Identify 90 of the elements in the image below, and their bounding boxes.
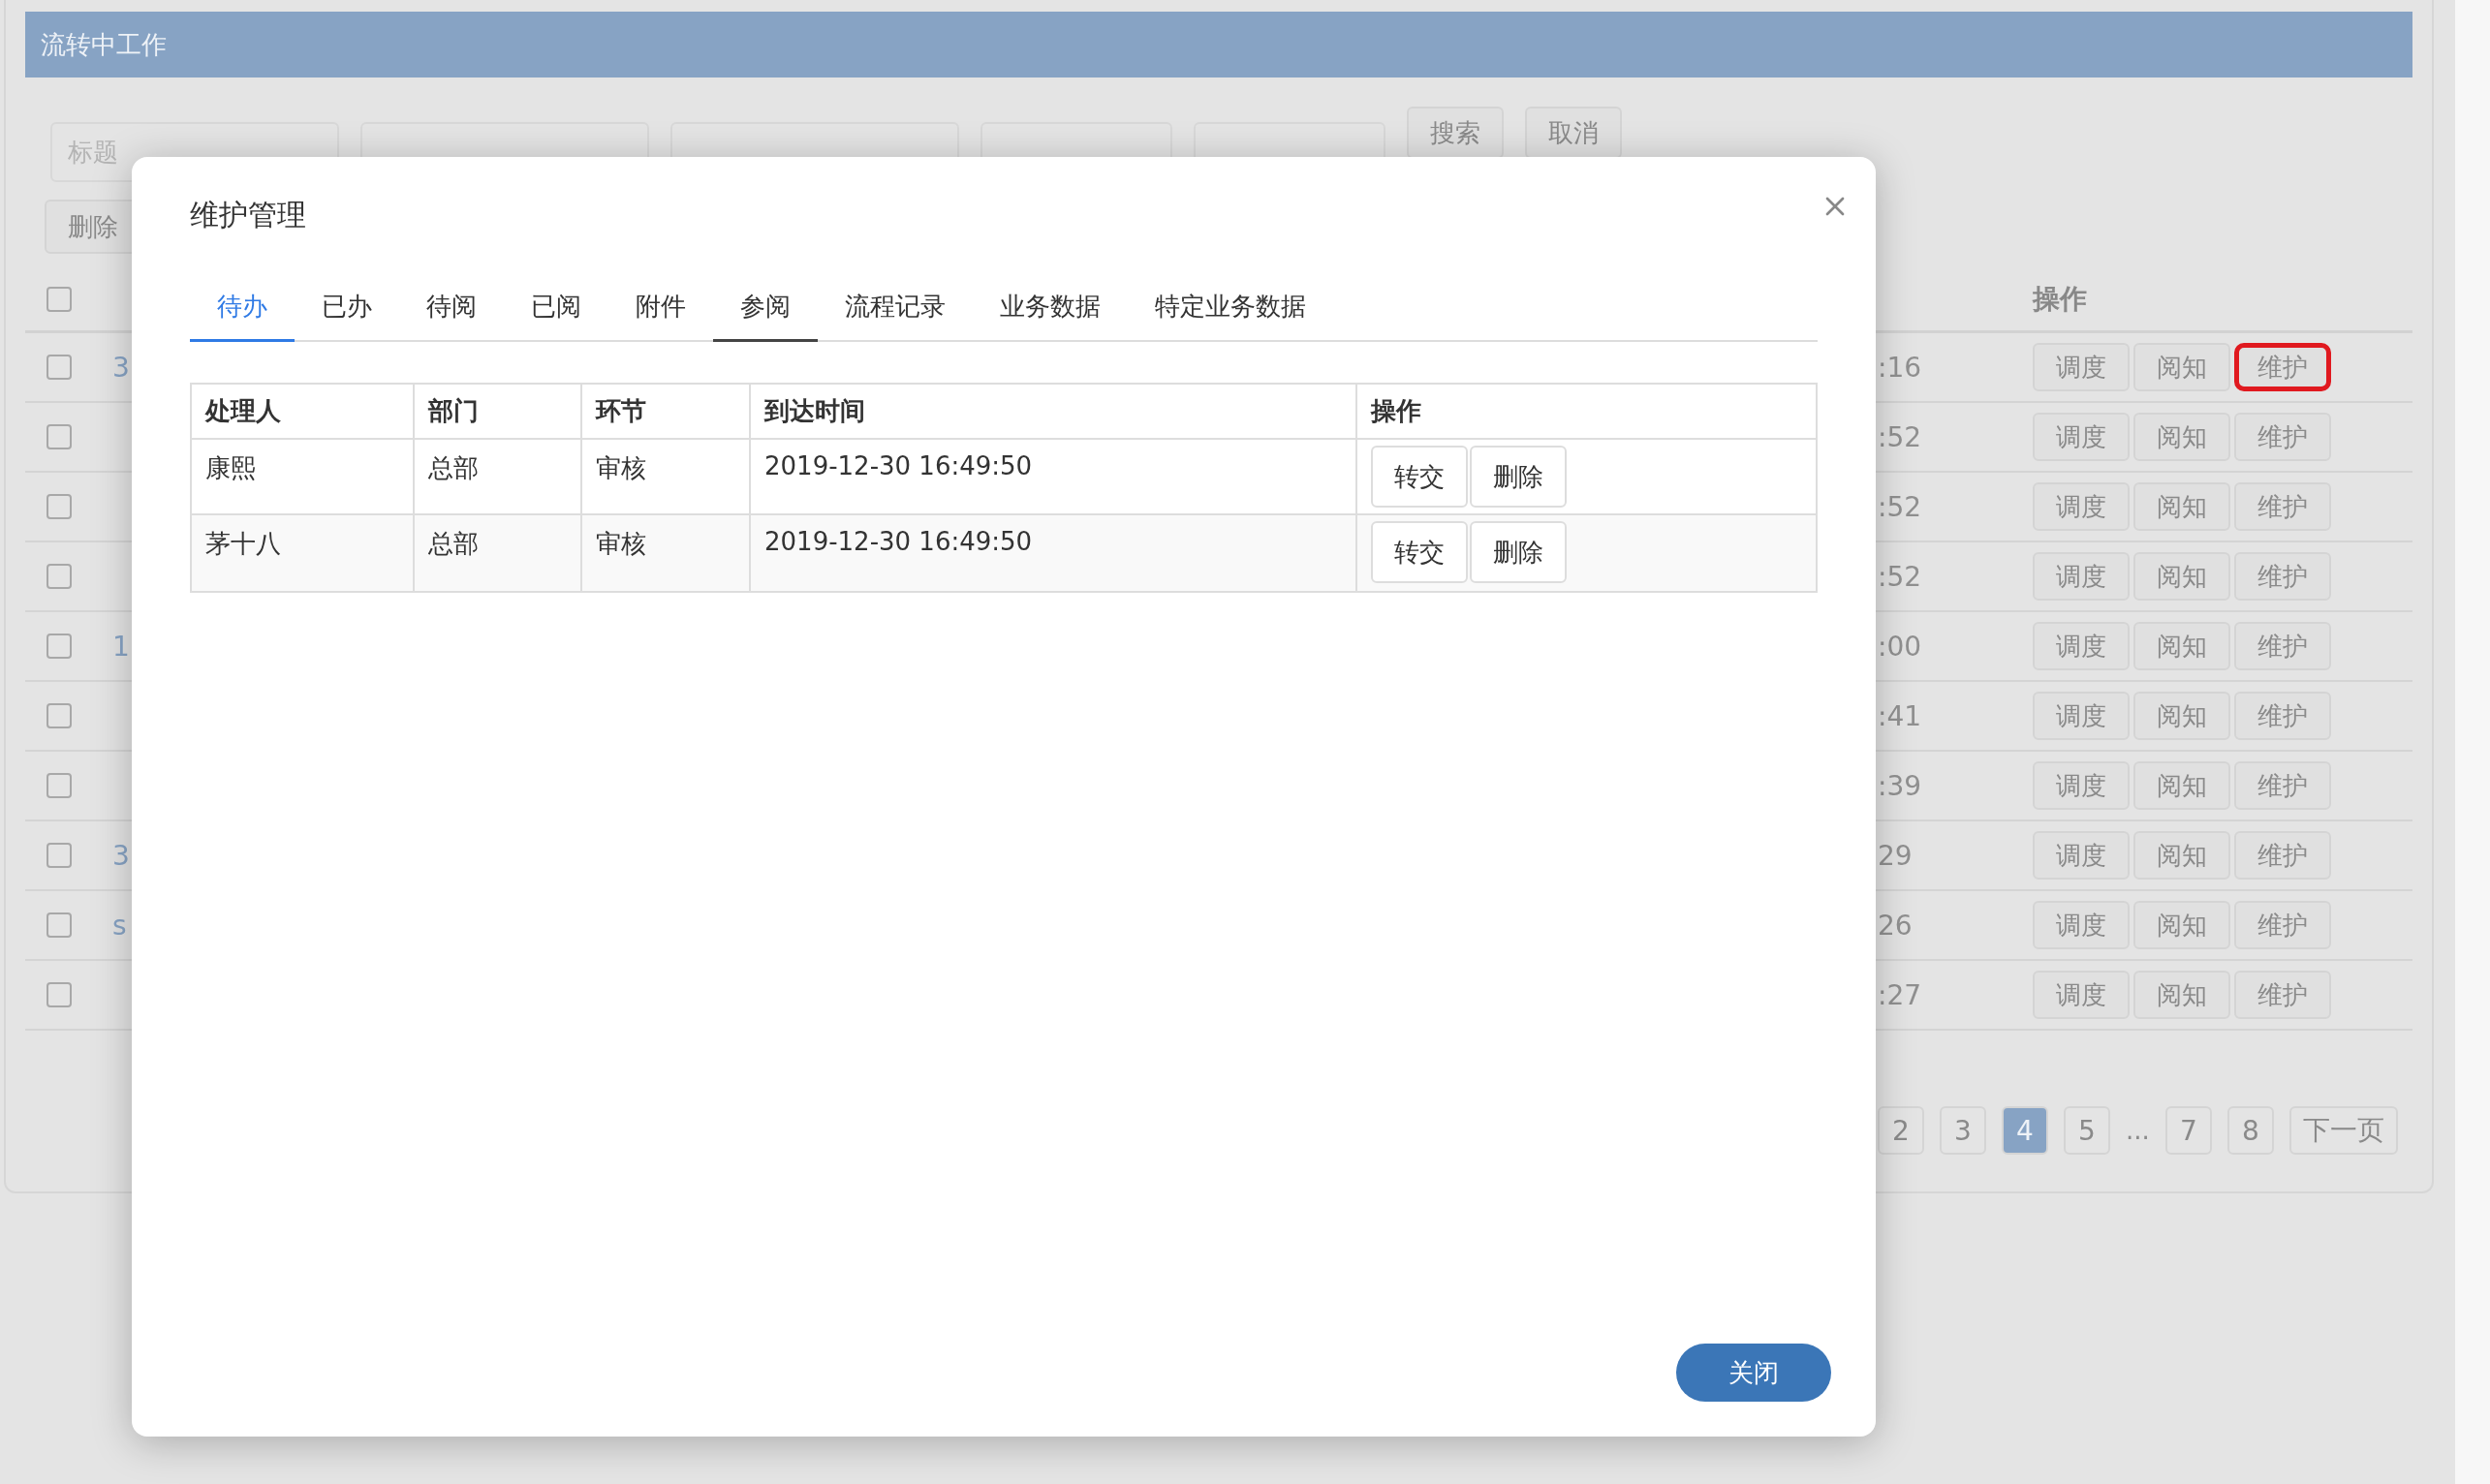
title-link[interactable]: s xyxy=(112,909,127,942)
table-cell: 茅十八 xyxy=(192,515,415,591)
table-cell: 审核 xyxy=(582,515,751,591)
time-cell: :52 xyxy=(1878,490,1922,523)
action-button[interactable]: 调度 xyxy=(2033,482,2130,531)
page-ellipsis: ... xyxy=(2126,1116,2150,1145)
row-checkbox[interactable] xyxy=(47,494,72,519)
time-cell: 26 xyxy=(1878,909,1913,942)
search-button[interactable]: 搜索 xyxy=(1407,107,1504,159)
tab[interactable]: 业务数据 xyxy=(973,276,1128,342)
time-cell: :52 xyxy=(1878,420,1922,453)
time-cell: :41 xyxy=(1878,699,1922,732)
close-button[interactable]: 关闭 xyxy=(1676,1344,1831,1402)
action-button[interactable]: 阅知 xyxy=(2133,761,2230,810)
action-button[interactable]: 维护 xyxy=(2234,692,2331,740)
action-button[interactable]: 调度 xyxy=(2033,552,2130,601)
time-cell: :39 xyxy=(1878,769,1922,802)
tab[interactable]: 附件 xyxy=(608,276,713,342)
table-cell: 2019-12-30 16:49:50 xyxy=(751,515,1357,591)
delete-button[interactable]: 删除 xyxy=(1470,521,1567,583)
row-checkbox[interactable] xyxy=(47,564,72,589)
row-checkbox[interactable] xyxy=(47,773,72,798)
page-button[interactable]: 7 xyxy=(2164,1106,2212,1155)
action-button[interactable]: 维护 xyxy=(2234,343,2331,391)
row-checkbox[interactable] xyxy=(47,912,72,938)
action-button[interactable]: 维护 xyxy=(2234,552,2331,601)
action-button[interactable]: 调度 xyxy=(2033,343,2130,391)
time-cell: 29 xyxy=(1878,839,1913,872)
action-button[interactable]: 调度 xyxy=(2033,761,2130,810)
title-link[interactable]: 1 xyxy=(112,630,130,663)
table-cell: 康熙 xyxy=(192,440,415,515)
tab[interactable]: 参阅 xyxy=(713,276,818,342)
action-button[interactable]: 阅知 xyxy=(2133,343,2230,391)
tab[interactable]: 已办 xyxy=(295,276,399,342)
delete-button[interactable]: 删除 xyxy=(1470,446,1567,508)
page-button[interactable]: 3 xyxy=(1940,1106,1986,1155)
action-button[interactable]: 维护 xyxy=(2234,622,2331,670)
action-button[interactable]: 维护 xyxy=(2234,831,2331,880)
tab[interactable]: 待办 xyxy=(190,276,295,342)
page-button[interactable]: 5 xyxy=(2064,1106,2110,1155)
action-button[interactable]: 调度 xyxy=(2033,622,2130,670)
dialog-title: 维护管理 xyxy=(190,197,306,233)
title-link[interactable]: 3 xyxy=(112,839,130,872)
action-button[interactable]: 阅知 xyxy=(2133,831,2230,880)
action-button[interactable]: 调度 xyxy=(2033,413,2130,461)
table-cell: 2019-12-30 16:49:50 xyxy=(751,440,1357,515)
time-cell: :27 xyxy=(1878,978,1922,1011)
tab[interactable]: 待阅 xyxy=(399,276,504,342)
row-checkbox[interactable] xyxy=(47,843,72,868)
row-checkbox[interactable] xyxy=(47,703,72,728)
page-button[interactable]: 8 xyxy=(2226,1106,2274,1155)
tab[interactable]: 流程记录 xyxy=(818,276,973,342)
action-button[interactable]: 维护 xyxy=(2234,901,2331,949)
action-button[interactable]: 阅知 xyxy=(2133,552,2230,601)
action-button[interactable]: 维护 xyxy=(2234,482,2331,531)
table-cell: 总部 xyxy=(415,440,582,515)
tab[interactable]: 已阅 xyxy=(504,276,608,342)
action-button[interactable]: 维护 xyxy=(2234,761,2331,810)
action-button[interactable]: 调度 xyxy=(2033,831,2130,880)
select-all-checkbox[interactable] xyxy=(47,286,72,312)
table-cell: 总部 xyxy=(415,515,582,591)
title-link[interactable]: 3 xyxy=(112,351,130,384)
page-button[interactable]: 4 xyxy=(2002,1106,2048,1155)
action-button[interactable]: 阅知 xyxy=(2133,901,2230,949)
action-button[interactable]: 维护 xyxy=(2234,971,2331,1019)
page-title-bar: 流转中工作 xyxy=(25,12,2412,77)
row-checkbox[interactable] xyxy=(47,634,72,659)
action-button[interactable]: 阅知 xyxy=(2133,692,2230,740)
row-checkbox[interactable] xyxy=(47,982,72,1007)
time-cell: :16 xyxy=(1878,351,1922,384)
action-button[interactable]: 阅知 xyxy=(2133,971,2230,1019)
time-cell: :52 xyxy=(1878,560,1922,593)
transfer-button[interactable]: 转交 xyxy=(1371,521,1468,583)
action-button[interactable]: 阅知 xyxy=(2133,413,2230,461)
tab[interactable]: 特定业务数据 xyxy=(1128,276,1333,342)
time-cell: :00 xyxy=(1878,630,1922,663)
cancel-button[interactable]: 取消 xyxy=(1525,107,1622,159)
table-cell: 审核 xyxy=(582,440,751,515)
action-button[interactable]: 维护 xyxy=(2234,413,2331,461)
action-button[interactable]: 调度 xyxy=(2033,901,2130,949)
page-button[interactable]: 下一页 xyxy=(2288,1106,2398,1155)
row-checkbox[interactable] xyxy=(47,424,72,449)
action-button[interactable]: 调度 xyxy=(2033,692,2130,740)
column-header: 操作 xyxy=(2033,281,2088,317)
page-button[interactable]: 2 xyxy=(1878,1106,1924,1155)
row-checkbox[interactable] xyxy=(47,355,72,380)
transfer-button[interactable]: 转交 xyxy=(1371,446,1468,508)
action-button[interactable]: 阅知 xyxy=(2133,482,2230,531)
action-button[interactable]: 阅知 xyxy=(2133,622,2230,670)
action-button[interactable]: 调度 xyxy=(2033,971,2130,1019)
